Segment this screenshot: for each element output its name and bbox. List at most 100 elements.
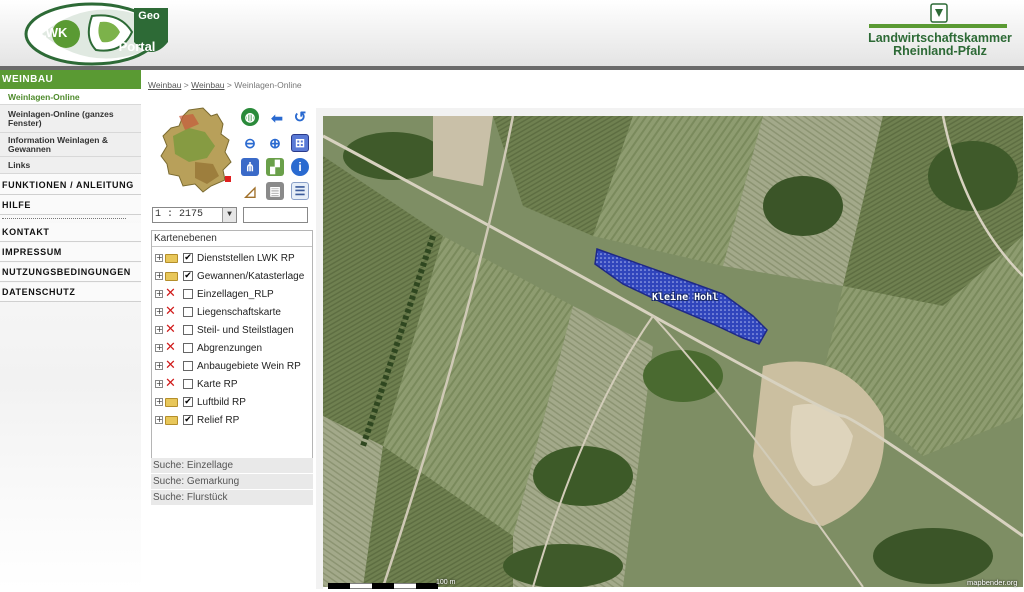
breadcrumb-separator: >	[183, 80, 189, 90]
scale-input[interactable]	[243, 207, 308, 223]
layer-label: Gewannen/Katasterlage	[197, 270, 305, 282]
zoom-out-icon[interactable]: ⊖	[241, 134, 259, 152]
layer-row-gewannen: + ✔ Gewannen/Katasterlage	[155, 268, 313, 284]
network-icon[interactable]: ⋔	[241, 158, 259, 176]
layer-checkbox[interactable]	[183, 379, 193, 389]
layer-row-relief: + ✔ Relief RP	[155, 412, 313, 428]
layer-row-anbaugebiete: + ✕ Anbaugebiete Wein RP	[155, 358, 313, 374]
layer-checkbox[interactable]	[183, 361, 193, 371]
layer-tree-panel: Kartenebenen + ✔ Dienststellen LWK RP + …	[151, 230, 313, 459]
layer-row-luftbild: + ✔ Luftbild RP	[155, 394, 313, 410]
nav-item-hilfe[interactable]: HILFE	[0, 196, 141, 215]
expand-icon[interactable]: +	[155, 362, 163, 370]
scale-select[interactable]: 1 : 2175 ▼	[152, 207, 237, 223]
expand-icon[interactable]: +	[155, 290, 163, 298]
expand-icon[interactable]: +	[155, 254, 163, 262]
unavailable-icon: ✕	[165, 340, 176, 355]
nav-item-links[interactable]: Links	[0, 157, 141, 174]
nav-item-funktionen[interactable]: FUNKTIONEN / ANLEITUNG	[0, 176, 141, 195]
unavailable-icon: ✕	[165, 322, 176, 337]
layer-label: Luftbild RP	[197, 396, 246, 408]
folder-icon	[165, 415, 178, 425]
breadcrumb: Weinbau > Weinbau > Weinlagen-Online	[148, 80, 302, 90]
layer-checkbox[interactable]: ✔	[183, 397, 193, 407]
nav-item-datenschutz[interactable]: DATENSCHUTZ	[0, 283, 141, 302]
folder-icon	[165, 397, 178, 407]
expand-icon[interactable]: +	[155, 272, 163, 280]
layer-label: Dienststellen LWK RP	[197, 252, 295, 264]
layer-label: Karte RP	[197, 378, 238, 390]
layer-label: Abgrenzungen	[197, 342, 263, 354]
scalebar-label: 100 m	[436, 579, 456, 586]
globe-icon[interactable]: ◍	[241, 108, 259, 126]
logo-lwk-text: LWK	[38, 25, 68, 40]
print-icon[interactable]: ▤	[266, 182, 284, 200]
layer-row-steillagen: + ✕ Steil- und Steilstlagen	[155, 322, 313, 338]
nav-item-weinlagen-online-fullscreen[interactable]: Weinlagen-Online (ganzes Fenster)	[0, 105, 141, 133]
zoom-in-icon[interactable]: ⊕	[266, 134, 284, 152]
nav-item-impressum[interactable]: IMPRESSUM	[0, 243, 141, 262]
nav-section-weinbau[interactable]: WEINBAU	[0, 70, 141, 89]
layer-row-einzellagen: + ✕ Einzellagen_RLP	[155, 286, 313, 302]
sidebar-nav: WEINBAU Weinlagen-Online Weinlagen-Onlin…	[0, 70, 141, 589]
expand-icon[interactable]: +	[155, 416, 163, 424]
nav-item-information[interactable]: Information Weinlagen & Gewannen	[0, 133, 141, 157]
expand-icon[interactable]: +	[155, 398, 163, 406]
nav-item-weinlagen-online[interactable]: Weinlagen-Online	[0, 89, 141, 105]
layer-row-dienststellen: + ✔ Dienststellen LWK RP	[155, 250, 313, 266]
unavailable-icon: ✕	[165, 304, 176, 319]
back-arrow-icon[interactable]: ⬅	[268, 109, 286, 127]
aerial-map[interactable]	[323, 116, 1023, 587]
info-icon[interactable]: i	[291, 158, 309, 176]
lwk-rlp-logo[interactable]: Landwirtschaftskammer Rheinland-Pfalz	[865, 2, 1015, 62]
lwk-geoportal-logo[interactable]: LWK Geo Portal	[22, 2, 172, 66]
expand-icon[interactable]: +	[155, 380, 163, 388]
breadcrumb-link-weinbau-1[interactable]: Weinbau	[148, 80, 181, 90]
layer-label: Einzellagen_RLP	[197, 288, 274, 300]
map-pan-icon[interactable]: ▞	[266, 158, 284, 176]
scale-value: 1 : 2175	[155, 209, 204, 220]
layer-checkbox[interactable]	[183, 343, 193, 353]
org-name-line2: Rheinland-Pfalz	[893, 44, 987, 58]
expand-icon[interactable]: +	[155, 326, 163, 334]
layer-checkbox[interactable]	[183, 325, 193, 335]
folder-icon	[165, 253, 178, 263]
map-frame	[316, 108, 323, 589]
breadcrumb-separator: >	[226, 80, 232, 90]
expand-icon[interactable]: +	[155, 308, 163, 316]
layer-checkbox[interactable]: ✔	[183, 253, 193, 263]
refresh-icon[interactable]: ↺	[291, 108, 309, 126]
nav-item-kontakt[interactable]: KONTAKT	[0, 223, 141, 242]
search-einzellage[interactable]: Suche: Einzellage	[151, 458, 313, 474]
layer-label: Steil- und Steilstlagen	[197, 324, 294, 336]
nav-item-nutzungsbedingungen[interactable]: NUTZUNGSBEDINGUNGEN	[0, 263, 141, 282]
expand-icon[interactable]: +	[155, 344, 163, 352]
unavailable-icon: ✕	[165, 286, 176, 301]
map-credit[interactable]: mapbender.org	[967, 578, 1017, 587]
breadcrumb-link-weinbau-2[interactable]: Weinbau	[191, 80, 224, 90]
layer-row-karte-rp: + ✕ Karte RP	[155, 376, 313, 392]
layer-checkbox[interactable]: ✔	[183, 415, 193, 425]
layer-checkbox[interactable]	[183, 307, 193, 317]
layer-tree-title: Kartenebenen	[152, 231, 312, 247]
map-frame	[316, 108, 1024, 116]
map-scalebar	[327, 580, 439, 590]
layer-checkbox[interactable]: ✔	[183, 271, 193, 281]
chevron-down-icon[interactable]: ▼	[222, 208, 236, 222]
layer-row-liegenschaftskarte: + ✕ Liegenschaftskarte	[155, 304, 313, 320]
overview-map-rlp[interactable]	[159, 106, 237, 194]
map-feature-label: Kleine Hohl	[652, 292, 719, 303]
legend-icon[interactable]: ☰	[291, 182, 309, 200]
layer-checkbox[interactable]	[183, 289, 193, 299]
page-header: LWK Geo Portal Landwirtschaftskammer Rhe…	[0, 0, 1024, 66]
nav-divider	[2, 218, 126, 219]
layer-label: Relief RP	[197, 414, 240, 426]
zoom-box-icon[interactable]: ⊞	[291, 134, 309, 152]
search-gemarkung[interactable]: Suche: Gemarkung	[151, 474, 313, 490]
layer-label: Liegenschaftskarte	[197, 306, 281, 318]
unavailable-icon: ✕	[165, 358, 176, 373]
layer-label: Anbaugebiete Wein RP	[197, 360, 301, 372]
unavailable-icon: ✕	[165, 376, 176, 391]
search-flurstueck[interactable]: Suche: Flurstück	[151, 490, 313, 506]
measure-icon[interactable]: ◿	[241, 182, 259, 200]
